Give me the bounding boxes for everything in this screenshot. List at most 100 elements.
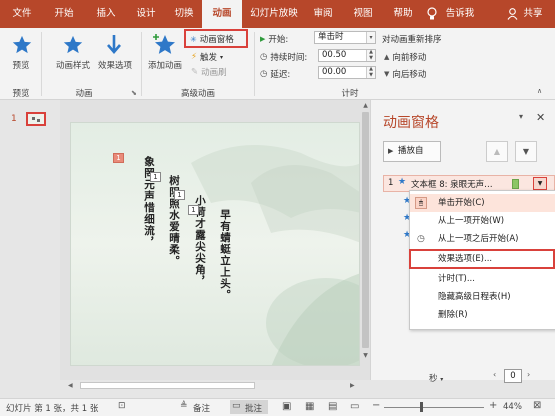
slide-canvas[interactable]: 象罔元声惜细流， 树阴照水爱晴柔。 小荷才露尖尖角， 早有蜻蜓立上头。 1 1 … [70, 122, 360, 366]
comments-button[interactable]: 批注 [245, 402, 262, 414]
duration-label: 持续时间: [270, 53, 308, 63]
zoom-in-arrow-icon[interactable]: › [527, 370, 530, 379]
zoom-slider-thumb[interactable] [420, 402, 423, 412]
menu-item-remove[interactable]: 删除(R) [410, 306, 555, 324]
menu-item-label: 计时(T)... [438, 274, 475, 284]
timeline-seconds-label[interactable]: 秒 ▾ [429, 372, 443, 384]
seconds-label: 秒 [429, 374, 438, 384]
play-icon: ▶ [388, 147, 394, 155]
zoom-out-arrow-icon[interactable]: ‹ [493, 370, 496, 379]
clock-icon: ◷ [417, 234, 425, 244]
animation-painter-label: 动画刷 [201, 68, 227, 78]
menu-item-after-previous[interactable]: ◷ 从上一项之后开始(A) [410, 230, 555, 248]
animation-marker[interactable]: 1 [174, 190, 185, 200]
spinner-arrows-icon[interactable]: ▲ ▼ [366, 49, 375, 61]
up-arrow-icon: ▲ [384, 53, 390, 61]
move-later-button[interactable]: ▼ 向后移动 [384, 68, 426, 80]
brush-icon: ✎ [191, 67, 199, 77]
horizontal-scrollbar[interactable]: ◀ ▶ [60, 380, 370, 391]
vertical-scrollbar[interactable]: ▲ ▼ [361, 100, 370, 380]
effect-options-arrow-icon[interactable] [105, 34, 123, 59]
tell-me-search[interactable]: 告诉我 [440, 0, 480, 28]
slide-thumbnail[interactable] [26, 112, 46, 126]
play-from-label: 播放自 [398, 146, 424, 156]
preview-star-icon[interactable] [11, 34, 33, 59]
menu-item-on-click[interactable]: 🖱 单击开始(C) [410, 194, 555, 212]
animation-pane: 动画窗格 ▾ ✕ ▶ 播放自 ▲ ▼ 1 ★ 文本框 8: 泉眼无声… ▼ ★ … [370, 100, 555, 384]
tab-help[interactable]: 帮助 [386, 0, 420, 28]
timeline-bar[interactable] [512, 179, 519, 189]
notes-icon: ≜ [180, 401, 188, 411]
tab-file[interactable]: 文件 [4, 0, 40, 28]
animation-marker[interactable]: 1 [113, 153, 124, 163]
chevron-down-icon[interactable]: ▾ [366, 32, 375, 43]
tab-insert[interactable]: 插入 [88, 0, 124, 28]
group-label-animation: 动画 [75, 89, 93, 99]
tab-animations[interactable]: 动画 [202, 0, 242, 28]
slide-sorter-icon[interactable]: ▦ [305, 401, 314, 412]
normal-view-icon[interactable]: ▣ [282, 401, 291, 412]
move-earlier-button[interactable]: ▲ 向前移动 [384, 51, 426, 63]
highlight-box [184, 29, 248, 48]
pane-options-chevron-icon[interactable]: ▾ [519, 112, 523, 121]
menu-item-with-previous[interactable]: 从上一项开始(W) [410, 212, 555, 230]
timeline-zoom-box[interactable]: 0 [504, 369, 522, 383]
add-animation-button[interactable]: 添加动画 [145, 59, 185, 71]
fit-to-window-icon[interactable]: ⊠ [533, 400, 541, 411]
menu-item-hide-advanced-timeline[interactable]: 隐藏高级日程表(H) [410, 288, 555, 306]
tab-slideshow[interactable]: 幻灯片放映 [244, 0, 304, 28]
move-down-button[interactable]: ▼ [515, 141, 537, 162]
slideshow-icon[interactable]: ▭ [350, 401, 359, 412]
animation-painter-button[interactable]: ✎ 动画刷 [191, 66, 227, 78]
start-select-value: 单击时 [318, 32, 344, 42]
zoom-out-icon[interactable]: − [372, 400, 380, 411]
spinner-arrows-icon[interactable]: ▲ ▼ [366, 66, 375, 78]
notes-button[interactable]: 备注 [193, 402, 210, 414]
delay-value: 00.00 [322, 67, 347, 77]
trigger-button[interactable]: ⚡ 触发 ▾ [191, 51, 223, 63]
group-separator [41, 32, 42, 96]
share-button[interactable]: 共享 [518, 0, 548, 28]
entrance-star-icon: ★ [398, 177, 407, 187]
group-separator [141, 32, 142, 96]
zoom-level[interactable]: 44% [503, 402, 522, 412]
delay-input[interactable]: 00.00 ▲ ▼ [318, 66, 376, 79]
menu-item-timing[interactable]: 计时(T)... [410, 270, 555, 288]
menu-item-label: 从上一项之后开始(A) [438, 234, 519, 244]
tab-review[interactable]: 审阅 [306, 0, 340, 28]
poem-line-4[interactable]: 早有蜻蜓立上头。 [218, 209, 233, 349]
item-number: 1 [388, 178, 394, 188]
tab-home[interactable]: 开始 [46, 0, 82, 28]
clock-icon: ◷ [260, 52, 268, 62]
dialog-launcher-icon[interactable]: ⬊ [131, 89, 137, 97]
delay-label-row: ◷ 延迟: [260, 68, 290, 80]
close-icon[interactable]: ✕ [536, 111, 545, 124]
tab-design[interactable]: 设计 [128, 0, 164, 28]
animation-marker[interactable]: 1 [188, 205, 199, 215]
play-from-button[interactable]: ▶ 播放自 [383, 141, 441, 162]
tab-view[interactable]: 视图 [346, 0, 380, 28]
preview-button[interactable]: 预览 [6, 59, 36, 71]
start-select[interactable]: 单击时 ▾ [314, 31, 376, 44]
comment-icon: ▭ [232, 401, 241, 411]
effect-options-button[interactable]: 效果选项 [93, 59, 137, 71]
reading-view-icon[interactable]: ▤ [328, 401, 337, 412]
zoom-slider-track[interactable] [384, 407, 484, 408]
tab-transitions[interactable]: 切换 [166, 0, 202, 28]
animation-style-button[interactable]: 动画样式 [50, 59, 96, 71]
spellcheck-icon[interactable]: ⊡ [118, 401, 126, 411]
collapse-ribbon-icon[interactable]: ∧ [537, 87, 542, 95]
add-animation-star-icon[interactable] [153, 33, 177, 60]
thumbnail-number: 1 [11, 114, 17, 124]
move-up-button[interactable]: ▲ [486, 141, 508, 162]
item-dropdown-chevron-icon[interactable]: ▼ [533, 177, 547, 190]
ribbon-tab-bar: 文件 开始 插入 设计 切换 动画 幻灯片放映 审阅 视图 帮助 告诉我 共享 [0, 0, 555, 28]
animation-marker[interactable]: 1 [150, 172, 161, 182]
reorder-title: 对动画重新排序 [382, 33, 442, 45]
zoom-in-icon[interactable]: + [489, 400, 497, 411]
poem-line-3[interactable]: 小荷才露尖尖角， [193, 195, 208, 335]
duration-value: 00.50 [322, 50, 347, 60]
animation-style-star-icon[interactable] [62, 34, 84, 59]
group-label-advanced: 高级动画 [180, 89, 215, 99]
duration-input[interactable]: 00.50 ▲ ▼ [318, 49, 376, 62]
